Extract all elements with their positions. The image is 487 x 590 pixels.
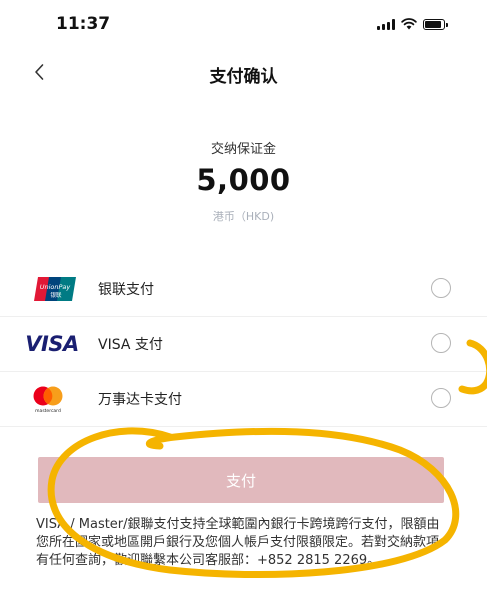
status-bar: 11:37 xyxy=(0,0,487,48)
svg-text:UnionPay: UnionPay xyxy=(40,283,71,291)
wifi-icon xyxy=(401,18,417,30)
payment-confirm-screen: 11:37 支付确认 交纳保证金 5,000 港币（HKD) UnionPay … xyxy=(0,0,487,590)
status-icons xyxy=(377,18,448,30)
status-time: 11:37 xyxy=(56,14,111,34)
pay-button[interactable]: 支付 xyxy=(38,457,444,503)
mastercard-logo: mastercard xyxy=(18,384,78,414)
amount-value: 5,000 xyxy=(196,163,291,197)
radio-unselected[interactable] xyxy=(431,278,451,298)
page-title: 支付确认 xyxy=(209,67,278,87)
nav-bar: 支付确认 xyxy=(0,52,487,96)
payment-notice: VISA / Master/銀聯支付支持全球範圍內銀行卡跨境跨行支付，限額由您所… xyxy=(36,517,440,568)
radio-unselected[interactable] xyxy=(431,388,451,408)
radio-unselected[interactable] xyxy=(431,333,451,353)
payment-method-mastercard[interactable]: mastercard 万事达卡支付 xyxy=(0,372,487,427)
battery-icon xyxy=(423,18,448,30)
payment-method-label: VISA 支付 xyxy=(98,337,163,353)
payment-method-visa[interactable]: VISA VISA 支付 xyxy=(0,317,487,372)
payment-method-list: UnionPay 银联 银联支付 VISA VISA 支付 mastercard xyxy=(0,262,487,427)
svg-text:银联: 银联 xyxy=(50,291,62,299)
payment-method-label: 银联支付 xyxy=(98,282,154,298)
currency-label: 港币（HKD) xyxy=(212,210,275,223)
visa-logo: VISA xyxy=(25,332,79,356)
payment-method-label: 万事达卡支付 xyxy=(98,392,182,408)
signal-icon xyxy=(377,18,395,30)
payment-method-unionpay[interactable]: UnionPay 银联 银联支付 xyxy=(0,262,487,317)
svg-text:mastercard: mastercard xyxy=(35,408,61,414)
unionpay-logo: UnionPay 银联 xyxy=(26,274,86,304)
amount-label: 交纳保证金 xyxy=(210,142,276,157)
